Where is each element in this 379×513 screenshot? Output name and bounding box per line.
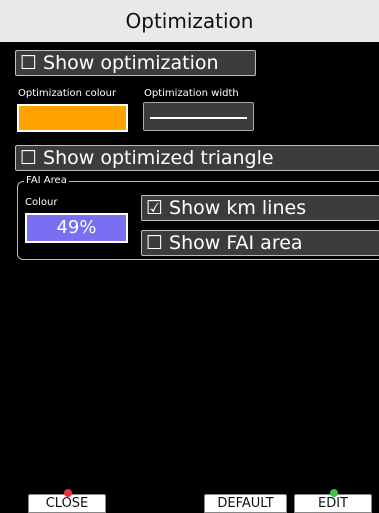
optimization-colour-label: Optimization colour: [18, 88, 117, 99]
show-optimization-label: Show optimization: [43, 52, 219, 74]
show-km-lines-checkbox[interactable]: ☑ Show km lines: [141, 195, 379, 221]
optimization-colour-swatch[interactable]: [17, 104, 128, 132]
optimization-width-label: Optimization width: [144, 88, 239, 99]
default-button-label: DEFAULT: [217, 496, 274, 511]
edit-marker-icon: [330, 489, 338, 497]
close-button-label: CLOSE: [45, 496, 89, 511]
show-optimized-triangle-label: Show optimized triangle: [43, 147, 274, 169]
optimization-width-selector[interactable]: [143, 102, 254, 131]
checkbox-icon: ☐: [20, 52, 38, 74]
window-title: Optimization: [0, 0, 379, 42]
fai-colour-transparency-selector[interactable]: 49%: [25, 213, 128, 243]
fai-colour-label: Colour: [25, 197, 58, 208]
line-width-preview: [150, 117, 247, 119]
show-fai-area-label: Show FAI area: [169, 232, 303, 254]
fai-area-group-title: FAI Area: [24, 175, 69, 187]
show-optimized-triangle-checkbox[interactable]: ☐ Show optimized triangle: [15, 145, 379, 171]
close-button[interactable]: CLOSE: [28, 489, 106, 513]
checkbox-icon: ☐: [20, 147, 38, 169]
show-fai-area-checkbox[interactable]: ☐ Show FAI area: [141, 230, 379, 256]
edit-button[interactable]: EDIT: [294, 489, 372, 513]
checkbox-icon: ☑: [146, 197, 164, 219]
show-km-lines-label: Show km lines: [169, 197, 307, 219]
checkbox-icon: ☐: [146, 232, 164, 254]
close-marker-icon: [64, 489, 72, 497]
edit-button-label: EDIT: [318, 496, 348, 511]
default-button[interactable]: DEFAULT: [204, 494, 287, 513]
show-optimization-checkbox[interactable]: ☐ Show optimization: [15, 50, 256, 76]
